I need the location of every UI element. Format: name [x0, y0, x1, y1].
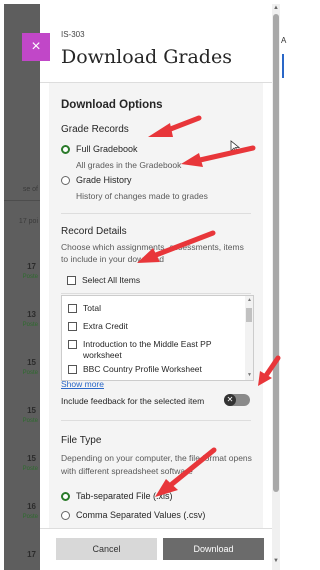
screenshot-frame: se of 17 poi 17 Poste 13 Poste 15 Poste …: [0, 0, 289, 570]
annotation-arrows: [137, 115, 281, 497]
arrow-head-icon: [148, 123, 173, 137]
arrow-head-icon: [137, 248, 160, 263]
arrow-head-icon: [181, 153, 203, 167]
